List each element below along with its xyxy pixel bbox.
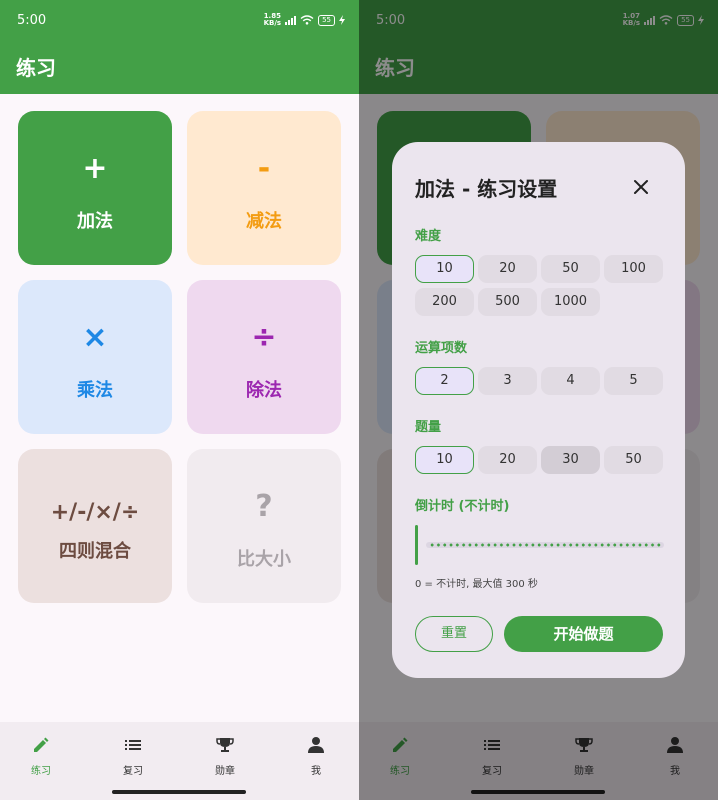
system-icons: 1.85 KB/s 55 (264, 13, 345, 27)
timer-label: 倒计时 (不计时) (415, 499, 510, 514)
subtraction-tile[interactable]: - 减法 (187, 111, 341, 265)
times-icon: × (82, 320, 108, 355)
battery-icon: 55 (318, 14, 335, 26)
timer-slider-thumb[interactable] (415, 525, 418, 565)
question-icon: ? (255, 489, 273, 524)
compare-tile[interactable]: ? 比大小 (187, 449, 341, 603)
difficulty-option[interactable]: 100 (604, 255, 663, 283)
practice-settings-dialog: 加法 - 练习设置 难度 10 20 50 100 200 500 1000 运… (392, 142, 685, 678)
close-icon[interactable] (629, 175, 653, 199)
terms-option[interactable]: 3 (478, 367, 537, 395)
reset-button[interactable]: 重置 (415, 616, 493, 652)
minus-icon: - (257, 151, 271, 186)
difficulty-option[interactable]: 1000 (541, 288, 600, 316)
addition-tile[interactable]: + 加法 (18, 111, 172, 265)
tile-label: 减法 (246, 211, 282, 232)
difficulty-option[interactable]: 500 (478, 288, 537, 316)
terms-option[interactable]: 4 (541, 367, 600, 395)
tile-label: 比大小 (237, 549, 291, 570)
difficulty-label: 难度 (415, 229, 442, 244)
pencil-icon (34, 737, 49, 752)
status-time: 5:00 (17, 13, 47, 28)
tile-label: 加法 (77, 211, 113, 232)
count-option[interactable]: 30 (541, 446, 600, 474)
difficulty-option[interactable]: 10 (415, 255, 474, 283)
terms-label: 运算项数 (415, 341, 468, 356)
terms-option[interactable]: 2 (415, 367, 474, 395)
network-speed: 1.85 KB/s (263, 12, 282, 27)
nav-badges[interactable]: 勋章 (195, 734, 255, 777)
timer-slider-ticks (429, 543, 661, 547)
difficulty-option[interactable]: 50 (541, 255, 600, 283)
charging-icon (339, 15, 345, 25)
plus-icon: + (82, 151, 108, 186)
division-tile[interactable]: ÷ 除法 (187, 280, 341, 434)
start-button[interactable]: 开始做题 (504, 616, 663, 652)
signal-icon (285, 15, 297, 25)
trophy-icon (216, 738, 234, 752)
tile-label: 乘法 (77, 380, 113, 401)
nav-practice[interactable]: 练习 (11, 734, 71, 777)
status-bar: 5:00 1.85 KB/s 55 (0, 0, 359, 40)
count-option[interactable]: 10 (415, 446, 474, 474)
tile-label: 除法 (246, 380, 282, 401)
timer-hint: 0 = 不计时, 最大值 300 秒 (415, 579, 538, 590)
tile-label: 四则混合 (59, 541, 131, 562)
person-icon (308, 737, 324, 753)
bottom-nav: 练习 复习 勋章 我 (0, 722, 359, 800)
difficulty-option[interactable]: 20 (478, 255, 537, 283)
multiplication-tile[interactable]: × 乘法 (18, 280, 172, 434)
count-option[interactable]: 20 (478, 446, 537, 474)
home-indicator[interactable] (112, 790, 246, 794)
dialog-title: 加法 - 练习设置 (415, 177, 558, 201)
count-label: 题量 (415, 420, 442, 435)
divide-icon: ÷ (251, 320, 277, 355)
practice-screen: 5:00 1.85 KB/s 55 练习 + 加法 - 减法 × 乘法 ÷ 除法… (0, 0, 359, 800)
difficulty-option[interactable]: 200 (415, 288, 474, 316)
count-option[interactable]: 50 (604, 446, 663, 474)
nav-me[interactable]: 我 (286, 734, 346, 777)
mixed-operations-tile[interactable]: +/-/×/÷ 四则混合 (18, 449, 172, 603)
mixed-ops-icon: +/-/×/÷ (50, 500, 140, 525)
nav-review[interactable]: 复习 (103, 734, 163, 777)
wifi-icon (300, 15, 314, 25)
list-icon (125, 740, 141, 750)
page-title: 练习 (16, 56, 56, 80)
app-bar: 练习 (0, 40, 359, 94)
terms-option[interactable]: 5 (604, 367, 663, 395)
